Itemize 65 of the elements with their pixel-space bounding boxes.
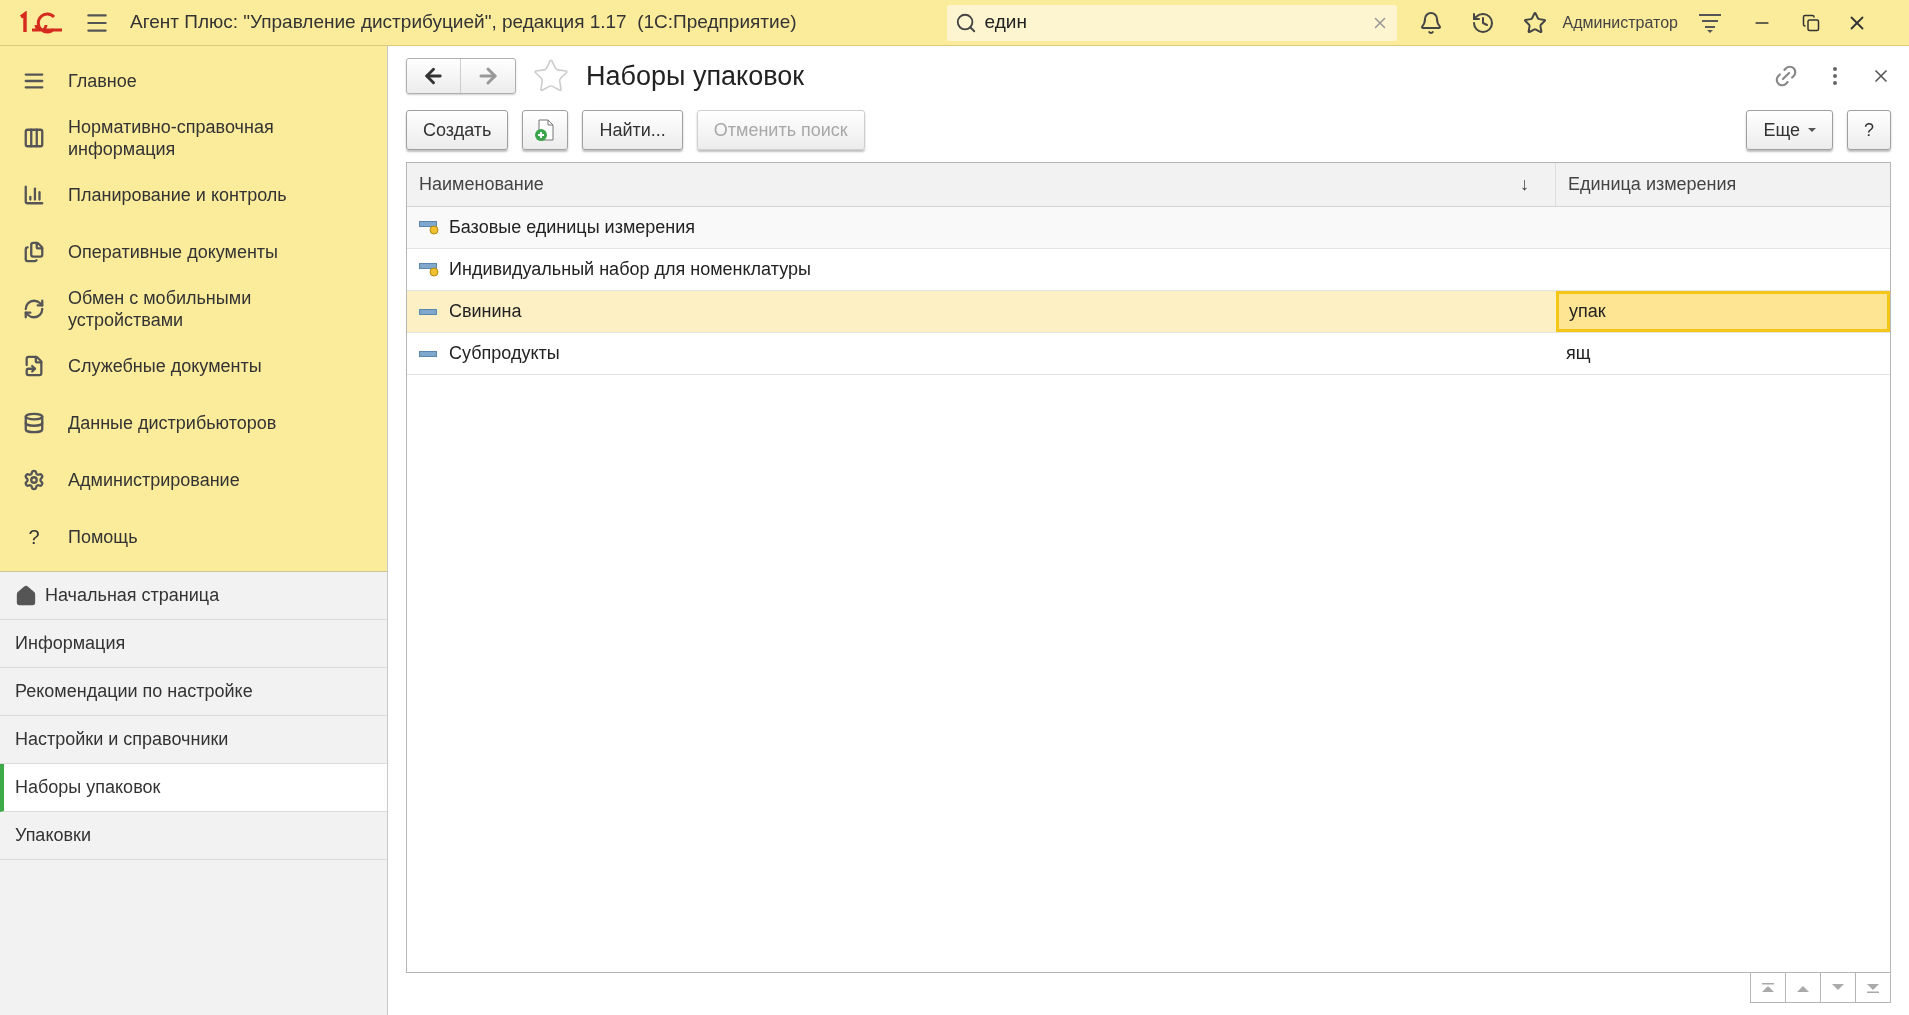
name-cell-text: Базовые единицы измерения: [449, 216, 696, 239]
table-row[interactable]: Свинина упак: [407, 291, 1890, 333]
up-triangle-icon: [1760, 982, 1776, 993]
section-item[interactable]: Обмен с мобильными устройствами: [0, 280, 387, 337]
section-label: Помощь: [68, 525, 139, 548]
table-row[interactable]: Базовые единицы измерения: [407, 207, 1890, 249]
section-label: Нормативно-справочная информация: [68, 115, 275, 160]
section-label: Главное: [68, 69, 138, 92]
down-triangle-icon: [1865, 982, 1881, 993]
section-icon: [23, 468, 45, 491]
column-header[interactable]: Наименование ↓: [407, 163, 1556, 206]
sort-indicator: ↓: [1520, 173, 1529, 196]
section-item[interactable]: Нормативно-справочная информация: [0, 109, 387, 166]
caret-icon: [1808, 128, 1816, 132]
section-item[interactable]: ? Помощь: [0, 508, 387, 565]
section-icon: [23, 354, 45, 377]
name-cell-text: Субпродукты: [449, 342, 560, 365]
user-name[interactable]: Администратор: [1562, 10, 1678, 35]
bell-icon[interactable]: [1418, 10, 1443, 35]
help-glyph: ?: [28, 524, 40, 550]
more-button[interactable]: Еще: [1746, 110, 1833, 150]
section-icon: [23, 126, 45, 149]
section-item[interactable]: Главное: [0, 52, 387, 109]
new-document-icon: [534, 118, 557, 142]
section-item[interactable]: Служебные документы: [0, 337, 387, 394]
section-item[interactable]: Данные дистрибьюторов: [0, 394, 387, 451]
section-icon: [23, 183, 45, 206]
section-item[interactable]: Оперативные документы: [0, 223, 387, 280]
open-window-tab[interactable]: Упаковки: [0, 812, 387, 860]
help-button[interactable]: ?: [1847, 110, 1891, 150]
down-triangle-icon: [1830, 982, 1846, 993]
home-icon: [15, 584, 37, 607]
section-item[interactable]: Администрирование: [0, 451, 387, 508]
create-button[interactable]: Создать: [406, 110, 509, 150]
section-icon: [23, 240, 45, 263]
search-field[interactable]: един: [946, 4, 1397, 41]
section-label: Оперативные документы: [68, 240, 280, 263]
logo-icon: [18, 10, 64, 35]
section-label: Администрирование: [68, 468, 241, 491]
filter-menu-icon[interactable]: [1698, 11, 1722, 34]
history-icon[interactable]: [1470, 10, 1495, 35]
section-label: Данные дистрибьюторов: [68, 411, 278, 434]
open-window-tab[interactable]: Рекомендации по настройке: [0, 668, 387, 716]
open-window-tab[interactable]: Информация: [0, 620, 387, 668]
section-label: Служебные документы: [68, 354, 263, 377]
star-icon[interactable]: [1522, 10, 1547, 35]
open-window-tab[interactable]: Наборы упаковок: [0, 764, 387, 812]
column-header[interactable]: Единица измерения: [1556, 163, 1890, 206]
find-button[interactable]: Найти...: [582, 110, 683, 150]
window-title: Агент Плюс: "Управление дистрибуцией", редакция 1.17 (1С:Предприятие): [130, 10, 797, 35]
section-label: Обмен с мобильными устройствами: [68, 286, 253, 331]
section-item[interactable]: Планирование и контроль: [0, 166, 387, 223]
search-icon: [954, 11, 977, 34]
open-window-tab[interactable]: Начальная страница: [0, 572, 387, 620]
section-label: Планирование и контроль: [68, 183, 288, 206]
copy-button[interactable]: [522, 110, 569, 150]
section-icon: [23, 411, 45, 434]
restore-icon[interactable]: [1802, 13, 1820, 32]
unit-cell: упак: [1556, 291, 1890, 332]
search-input[interactable]: един: [984, 8, 1363, 37]
form-title: Наборы упаковок: [586, 59, 805, 93]
unit-cell-text: ящ: [1565, 342, 1592, 365]
name-cell-text: Индивидуальный набор для номенклатуры: [449, 258, 811, 281]
section-icon: [23, 297, 45, 320]
name-cell-text: Свинина: [449, 300, 522, 323]
